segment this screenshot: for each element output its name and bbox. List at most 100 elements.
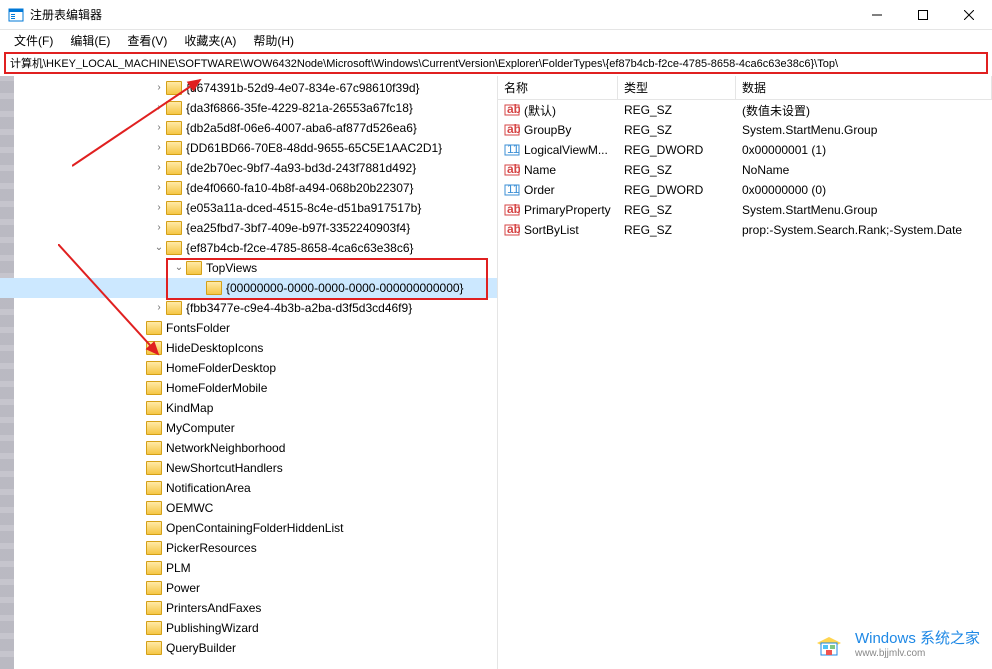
string-value-icon: ab (504, 202, 520, 218)
address-bar[interactable] (4, 52, 988, 74)
value-data: (数值未设置) (736, 102, 992, 119)
folder-icon (146, 581, 162, 595)
tree-item[interactable]: PLM (0, 558, 497, 578)
binary-value-icon: 110 (504, 142, 520, 158)
value-name: SortByList (524, 223, 618, 237)
tree-item[interactable]: FontsFolder (0, 318, 497, 338)
tree-item[interactable]: NewShortcutHandlers (0, 458, 497, 478)
tree-item-label: {ea25fbd7-3bf7-409e-b97f-3352240903f4} (186, 221, 410, 235)
value-type: REG_DWORD (618, 183, 736, 197)
tree-item-label: {ef87b4cb-f2ce-4785-8658-4ca6c63e38c6} (186, 241, 414, 255)
tree-item-label: QueryBuilder (166, 641, 236, 655)
folder-icon (166, 141, 182, 155)
chevron-right-icon[interactable]: › (152, 80, 166, 94)
column-header: 名称 类型 数据 (498, 76, 992, 100)
tree-item[interactable]: › {ea25fbd7-3bf7-409e-b97f-3352240903f4} (0, 218, 497, 238)
folder-icon (146, 481, 162, 495)
value-type: REG_SZ (618, 123, 736, 137)
tree-item[interactable]: HideDesktopIcons (0, 338, 497, 358)
col-name[interactable]: 名称 (498, 76, 618, 99)
tree-item[interactable]: › {db2a5d8f-06e6-4007-aba6-af877d526ea6} (0, 118, 497, 138)
chevron-right-icon[interactable]: › (152, 160, 166, 174)
value-row[interactable]: abPrimaryPropertyREG_SZSystem.StartMenu.… (498, 200, 992, 220)
chevron-right-icon[interactable]: › (152, 200, 166, 214)
chevron-right-icon[interactable]: › (152, 140, 166, 154)
value-name: (默认) (524, 102, 618, 119)
tree-item[interactable]: ⌄TopViews (0, 258, 497, 278)
menu-file[interactable]: 文件(F) (6, 30, 61, 51)
tree-pane[interactable]: ›{d674391b-52d9-4e07-834e-67c98610f39d}›… (0, 76, 498, 669)
tree-item[interactable]: ›{d674391b-52d9-4e07-834e-67c98610f39d} (0, 78, 497, 98)
string-value-icon: ab (504, 222, 520, 238)
address-input[interactable] (10, 57, 982, 69)
tree-item[interactable]: › {fbb3477e-c9e4-4b3b-a2ba-d3f5d3cd46f9} (0, 298, 497, 318)
window-title: 注册表编辑器 (30, 6, 854, 23)
tree-item[interactable]: ›{DD61BD66-70E8-48dd-9655-65C5E1AAC2D1} (0, 138, 497, 158)
window-controls (854, 0, 992, 29)
value-type: REG_SZ (618, 203, 736, 217)
string-value-icon: ab (504, 162, 520, 178)
chevron-right-icon[interactable]: › (152, 120, 166, 134)
tree-item[interactable]: Power (0, 578, 497, 598)
tree-item[interactable]: ›{e053a11a-dced-4515-8c4e-d51ba917517b} (0, 198, 497, 218)
value-name: GroupBy (524, 123, 618, 137)
menu-edit[interactable]: 编辑(E) (62, 30, 118, 51)
tree-item[interactable]: KindMap (0, 398, 497, 418)
tree-item[interactable]: › {de4f0660-fa10-4b8f-a494-068b20b22307} (0, 178, 497, 198)
chevron-right-icon[interactable]: › (152, 180, 166, 194)
menu-view[interactable]: 查看(V) (119, 30, 175, 51)
value-row[interactable]: abNameREG_SZNoName (498, 160, 992, 180)
value-row[interactable]: abSortByListREG_SZprop:-System.Search.Ra… (498, 220, 992, 240)
maximize-button[interactable] (900, 0, 946, 29)
tree-item[interactable]: MyComputer (0, 418, 497, 438)
tree-item[interactable]: OpenContainingFolderHiddenList (0, 518, 497, 538)
menu-favorites[interactable]: 收藏夹(A) (176, 30, 244, 51)
tree-item[interactable]: OEMWC (0, 498, 497, 518)
tree-item[interactable]: PrintersAndFaxes (0, 598, 497, 618)
tree-item[interactable]: ⌄ {ef87b4cb-f2ce-4785-8658-4ca6c63e38c6} (0, 238, 497, 258)
tree-item[interactable]: {00000000-0000-0000-0000-000000000000} (0, 278, 497, 298)
tree-item[interactable]: PublishingWizard (0, 618, 497, 638)
value-row[interactable]: ab(默认)REG_SZ(数值未设置) (498, 100, 992, 120)
menu-help[interactable]: 帮助(H) (245, 30, 302, 51)
minimize-button[interactable] (854, 0, 900, 29)
chevron-right-icon[interactable]: › (152, 300, 166, 314)
chevron-right-icon[interactable]: › (152, 100, 166, 114)
tree-item[interactable]: HomeFolderMobile (0, 378, 497, 398)
close-button[interactable] (946, 0, 992, 29)
watermark: Windows 系统之家 www.bjjmlv.com (811, 625, 980, 661)
chevron-right-icon[interactable]: › (152, 220, 166, 234)
value-name: PrimaryProperty (524, 203, 618, 217)
watermark-logo-icon (811, 625, 847, 661)
tree-item[interactable]: ›{de2b70ec-9bf7-4a93-bd3d-243f7881d492} (0, 158, 497, 178)
tree-item[interactable]: PickerResources (0, 538, 497, 558)
tree-item[interactable]: ›{da3f6866-35fe-4229-821a-26553a67fc18} (0, 98, 497, 118)
tree-item-label: PublishingWizard (166, 621, 259, 635)
tree-item[interactable]: NotificationArea (0, 478, 497, 498)
value-row[interactable]: 110OrderREG_DWORD0x00000000 (0) (498, 180, 992, 200)
chevron-down-icon[interactable]: ⌄ (172, 260, 186, 274)
col-data[interactable]: 数据 (736, 76, 992, 99)
value-row[interactable]: 110LogicalViewM...REG_DWORD0x00000001 (1… (498, 140, 992, 160)
tree-item-label: NewShortcutHandlers (166, 461, 283, 475)
tree-item[interactable]: HomeFolderDesktop (0, 358, 497, 378)
folder-icon (166, 201, 182, 215)
tree-item-label: {fbb3477e-c9e4-4b3b-a2ba-d3f5d3cd46f9} (186, 301, 412, 315)
spacer (132, 360, 146, 374)
values-pane[interactable]: 名称 类型 数据 ab(默认)REG_SZ(数值未设置)abGroupByREG… (498, 76, 992, 669)
folder-icon (186, 261, 202, 275)
chevron-down-icon[interactable]: ⌄ (152, 240, 166, 254)
spacer (132, 560, 146, 574)
col-type[interactable]: 类型 (618, 76, 736, 99)
string-value-icon: ab (504, 102, 520, 118)
value-data: 0x00000001 (1) (736, 143, 992, 157)
tree-item[interactable]: NetworkNeighborhood (0, 438, 497, 458)
value-data: 0x00000000 (0) (736, 183, 992, 197)
tree-item-label: {db2a5d8f-06e6-4007-aba6-af877d526ea6} (186, 121, 417, 135)
value-row[interactable]: abGroupByREG_SZSystem.StartMenu.Group (498, 120, 992, 140)
tree-item-label: {de4f0660-fa10-4b8f-a494-068b20b22307} (186, 181, 414, 195)
tree-item[interactable]: QueryBuilder (0, 638, 497, 658)
svg-text:ab: ab (507, 222, 520, 236)
svg-text:110: 110 (507, 142, 520, 156)
spacer (132, 500, 146, 514)
